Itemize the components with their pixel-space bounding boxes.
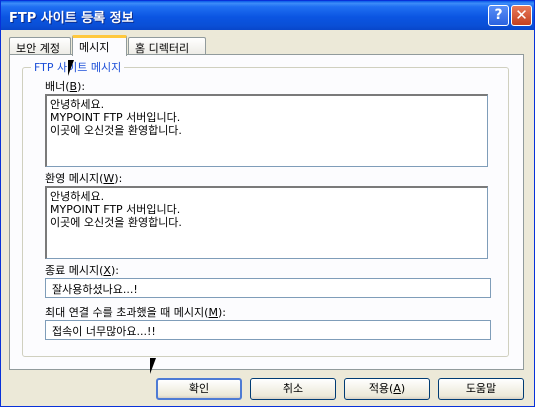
banner-label-pre: 배너( [45,80,70,93]
exit-label-pre: 종료 메시지( [45,264,104,277]
exit-label-post: ): [110,264,119,277]
tab-home-directory[interactable]: 홈 디렉터리 [128,37,206,55]
close-icon[interactable]: ✕ [511,5,532,26]
max-connections-label-pre: 최대 연결 수를 초과했을 때 메시지( [45,306,209,319]
apply-button[interactable]: 적용(A) [344,378,430,400]
welcome-label-pre: 환영 메시지( [45,172,104,185]
title-bar[interactable]: FTP 사이트 등록 정보 ? ✕ [1,1,534,30]
apply-mnemonic: A [393,382,401,395]
help-button[interactable]: 도움말 [438,378,524,400]
exit-message-input[interactable]: 잘사용하셨나요...! [45,278,491,298]
welcome-mnemonic: W [103,172,115,185]
mouse-cursor-icon [68,60,80,76]
banner-label-post: ): [77,80,86,93]
welcome-label: 환영 메시지(W): [45,170,122,186]
help-icon[interactable]: ? [488,5,509,26]
max-connections-mnemonic: M [208,306,218,319]
tab-messages[interactable]: 메시지 [72,35,127,56]
max-connections-label-post: ): [217,306,226,319]
mouse-cursor-icon-2 [150,358,162,374]
tab-security-accounts[interactable]: 보안 계정 [9,37,71,55]
apply-label-pre: 적용( [368,382,394,395]
max-connections-label: 최대 연결 수를 초과했을 때 메시지(M): [45,304,226,320]
banner-mnemonic: B [69,80,78,93]
exit-mnemonic: X [103,264,111,277]
apply-label-post: ) [400,382,406,395]
welcome-textarea[interactable]: 안녕하세요. MYPOINT FTP 서버입니다. 이곳에 오신것을 환영합니다… [45,186,488,259]
ok-button[interactable]: 확인 [156,378,242,400]
cancel-button[interactable]: 취소 [250,378,336,400]
max-connections-message-input[interactable]: 접속이 너무많아요...!! [45,320,491,340]
banner-label: 배너(B): [45,78,85,94]
exit-label: 종료 메시지(X): [45,262,119,278]
banner-textarea[interactable]: 안녕하세요. MYPOINT FTP 서버입니다. 이곳에 오신것을 환영합니다… [45,94,488,167]
window-title: FTP 사이트 등록 정보 [9,11,134,26]
welcome-label-post: ): [114,172,123,185]
